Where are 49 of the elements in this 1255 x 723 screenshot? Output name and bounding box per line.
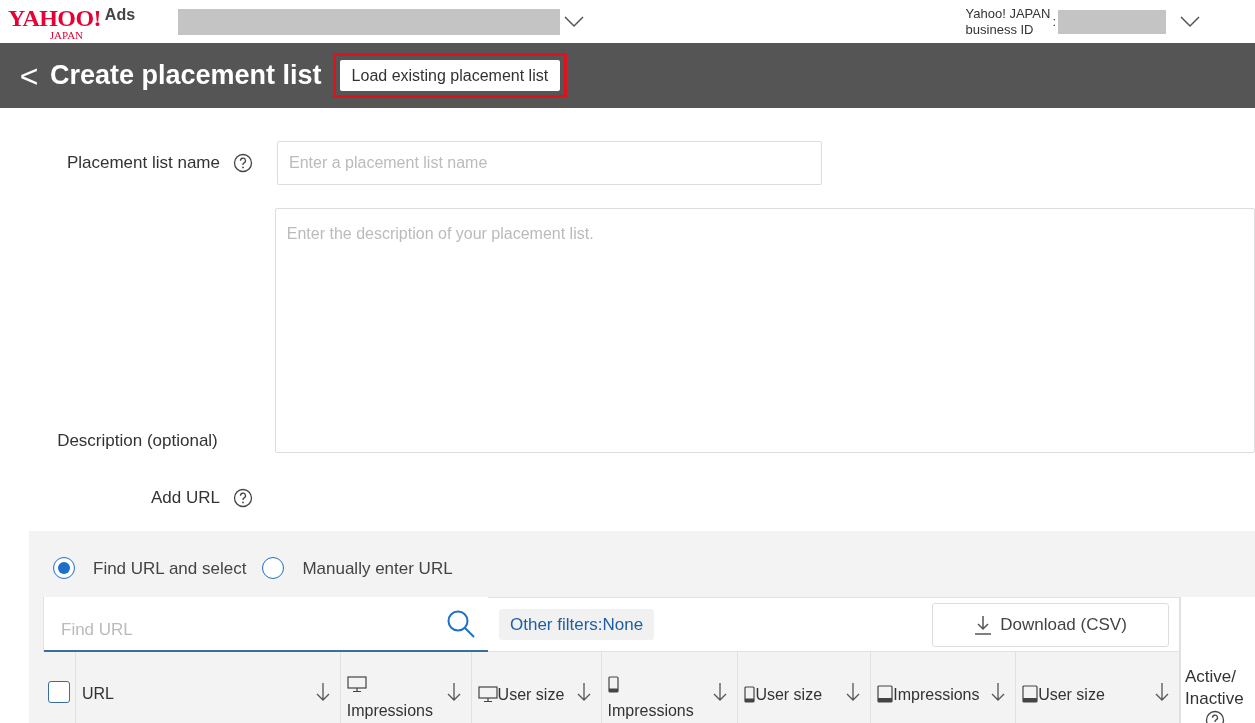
load-list-button[interactable]: Load existing placement list	[339, 60, 561, 91]
sort-arrow-icon[interactable]	[713, 682, 728, 702]
logo-subtitle: JAPAN	[49, 29, 84, 41]
logo-wordmark: YAHOO!	[8, 5, 101, 30]
sort-arrow-icon[interactable]	[846, 682, 861, 702]
business-id-label: Yahoo! JAPAN	[965, 5, 1051, 22]
field-label: Add URL	[150, 487, 220, 509]
search-icon[interactable]	[446, 608, 476, 639]
download-button[interactable]: Download (CSV)	[932, 602, 1169, 647]
column-header[interactable]: URL	[75, 652, 341, 723]
name-input[interactable]: Enter a placement list name	[277, 141, 822, 185]
column-header: Active/	[1185, 666, 1237, 688]
sort-arrow-icon[interactable]	[576, 682, 591, 702]
sort-arrow-icon[interactable]	[446, 682, 461, 702]
back-button[interactable]: <	[14, 59, 44, 92]
column-header[interactable]: Impressions	[871, 652, 1017, 723]
tablet-icon	[877, 685, 894, 703]
field-label: Description (optional)	[56, 429, 218, 452]
select-all-checkbox[interactable]	[48, 681, 70, 703]
phone-icon	[607, 675, 619, 693]
help-icon[interactable]	[233, 487, 253, 508]
help-icon[interactable]	[233, 153, 253, 173]
download-icon	[974, 614, 993, 635]
filter-chip[interactable]: Other filters:None	[499, 609, 655, 640]
separator: :	[1052, 12, 1056, 31]
monitor-icon	[346, 675, 367, 693]
column-header[interactable]: User size	[471, 652, 602, 723]
monitor-icon	[477, 685, 498, 703]
radio-label: Find URL and select	[93, 557, 247, 580]
sort-arrow-icon[interactable]	[991, 682, 1006, 702]
sort-arrow-icon[interactable]	[1155, 682, 1169, 702]
tablet-icon	[1022, 685, 1039, 703]
description-textarea[interactable]: Enter the description of your placement list.	[274, 208, 1255, 453]
field-label: Placement list name	[65, 152, 220, 175]
column-header[interactable]: User size	[738, 652, 872, 723]
sort-arrow-icon[interactable]	[315, 682, 330, 702]
search-field[interactable]: Find URL	[44, 597, 488, 652]
column-header[interactable]: Impressions	[601, 652, 739, 723]
column-header: Inactive	[1185, 688, 1244, 710]
radio-label: Manually enter URL	[302, 557, 453, 580]
column-header[interactable]: Impressions	[340, 652, 472, 723]
radio-button[interactable]	[53, 557, 75, 580]
logo-product: Ads	[104, 4, 136, 25]
business-id-label: business ID	[965, 21, 1034, 38]
chevron-down-icon[interactable]	[1180, 15, 1200, 28]
radio-button[interactable]	[262, 557, 285, 580]
page-title: Create placement list	[50, 59, 322, 93]
phone-icon	[744, 685, 756, 703]
chevron-down-icon[interactable]	[564, 15, 584, 28]
